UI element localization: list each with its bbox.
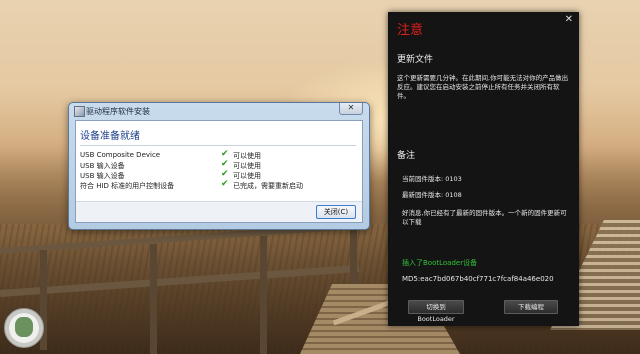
checkmark-icon: ✔	[221, 149, 229, 159]
heading-divider	[80, 145, 356, 146]
dialog-footer: 关闭(C)	[76, 201, 362, 222]
window-close-button[interactable]: ✕	[339, 103, 363, 115]
device-row: USB 输入设备 ✔ 可以使用	[80, 169, 358, 180]
current-firmware-version: 当前固件版本: 0103	[402, 175, 462, 183]
checkmark-icon: ✔	[221, 169, 229, 179]
wallpaper-post	[260, 236, 267, 354]
dialog-client-area: 设备准备就绪 USB Composite Device ✔ 可以使用 USB 输…	[75, 120, 363, 223]
panel-title: 注意	[397, 23, 424, 38]
logo-emblem	[15, 317, 33, 337]
wallpaper-post	[150, 244, 157, 354]
firmware-message: 好消息,你已经有了最新的固件版本。一个新的固件更新可以下载	[402, 209, 567, 226]
device-row: USB 输入设备 ✔ 可以使用	[80, 159, 358, 170]
device-list: USB Composite Device ✔ 可以使用 USB 输入设备 ✔ 可…	[80, 149, 358, 190]
close-button[interactable]: 关闭(C)	[316, 205, 356, 219]
panel-close-icon[interactable]: ✕	[565, 14, 573, 25]
md5-checksum: MD5:eac7bd067b40cf771c7fcaf84a46e020	[402, 275, 554, 283]
checkmark-icon: ✔	[221, 179, 229, 189]
device-name: 符合 HID 标准的用户控制设备	[80, 182, 175, 190]
section-notes-heading: 备注	[397, 151, 416, 161]
dialog-heading: 设备准备就绪	[80, 131, 140, 142]
device-row: USB Composite Device ✔ 可以使用	[80, 149, 358, 160]
switch-bootloader-button[interactable]: 切换到BootLoader	[408, 300, 464, 323]
dialog-titlebar[interactable]: 驱动程序软件安装 ✕	[69, 103, 369, 119]
update-description: 这个更新需要几分钟。在此期间,你可能无法对你的产品做出反应。建议您在启动安装之前…	[397, 74, 569, 100]
download-program-button[interactable]: 下载编程	[504, 300, 558, 314]
watermark-logo	[4, 308, 44, 348]
bootloader-status: 插入了BootLoader设备	[402, 259, 478, 267]
dialog-title: 驱动程序软件安装	[86, 107, 150, 116]
device-row: 符合 HID 标准的用户控制设备 ✔ 已完成，需要重新启动	[80, 179, 358, 190]
device-status: 已完成，需要重新启动	[233, 182, 303, 190]
firmware-update-panel: ✕ 注意 更新文件 这个更新需要几分钟。在此期间,你可能无法对你的产品做出反应。…	[388, 12, 579, 326]
latest-firmware-version: 最新固件版本: 0108	[402, 191, 462, 199]
section-update-heading: 更新文件	[397, 55, 434, 65]
driver-install-dialog: 驱动程序软件安装 ✕ 设备准备就绪 USB Composite Device ✔…	[68, 102, 370, 230]
checkmark-icon: ✔	[221, 159, 229, 169]
device-name: USB Composite Device	[80, 151, 161, 159]
driver-app-icon	[74, 106, 85, 117]
